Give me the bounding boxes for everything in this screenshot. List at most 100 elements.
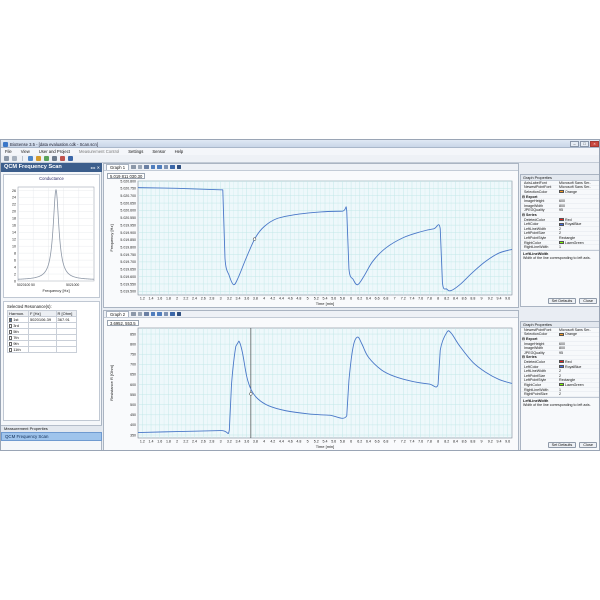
property-value[interactable]: 95	[559, 208, 599, 212]
property-value[interactable]: 2	[559, 369, 599, 373]
y-tick-label: 550	[130, 393, 136, 397]
property-value[interactable]: RoyalBlue	[559, 222, 599, 226]
property-value[interactable]: LawnGreen	[559, 383, 599, 387]
menu-settings[interactable]: Settings	[128, 149, 143, 154]
property-value[interactable]: 2	[559, 374, 599, 378]
property-value[interactable]: 800	[559, 346, 599, 350]
set-defaults-button[interactable]: Set Defaults	[547, 298, 577, 304]
property-value[interactable]: 1	[559, 388, 599, 392]
x-tick-label: 3	[220, 440, 222, 444]
property-value[interactable]: 2	[559, 231, 599, 235]
stop-icon[interactable]	[12, 156, 17, 161]
property-name: ImageWidth	[524, 346, 544, 351]
property-value[interactable]: 95	[559, 351, 599, 355]
menu-file[interactable]: File	[5, 149, 12, 154]
property-value[interactable]: LawnGreen	[559, 241, 599, 245]
property-value-text: 2	[559, 373, 561, 378]
x-tick-label: 9.2	[488, 297, 493, 301]
property-value[interactable]: 2	[559, 227, 599, 231]
table-row[interactable]: 1st 5020106.39 367.91	[7, 316, 78, 323]
property-name: DeletedColor	[524, 359, 545, 364]
menu-help[interactable]: Help	[175, 149, 184, 154]
graph-1-chart[interactable]: 1.2 1.4 1.6 1.8 2 2.2 2.4 2.6 2.8 3 3.2 3.4 3.6 3.8 4 4…	[104, 164, 520, 309]
menu-measurement-control[interactable]: Measurement Control	[79, 149, 119, 154]
property-value[interactable]: Red	[559, 360, 599, 364]
sensor-icon[interactable]	[36, 156, 41, 161]
property-value[interactable]: 2	[559, 392, 599, 396]
harmonic-cell[interactable]: 11th	[7, 346, 29, 353]
selected-resonances-box: Selected Resonance(s): Harmon. F [Hz] R …	[3, 301, 100, 421]
property-value[interactable]: Microsoft Sans Ser..	[559, 328, 599, 332]
property-value[interactable]: 800	[559, 204, 599, 208]
property-value-text: Rectangle	[559, 378, 576, 383]
property-value[interactable]: 1	[559, 245, 599, 249]
property-value[interactable]: 600	[559, 199, 599, 203]
conductance-y-tick: 22	[12, 203, 16, 207]
measurement-properties-tab[interactable]: Measurement Properties	[1, 425, 102, 432]
panel-header: QCM Frequency Scan ◂ ▸ ✕	[1, 163, 102, 172]
x-tick-label: 9.4	[496, 440, 501, 444]
property-value[interactable]: Microsoft Sans Ser..	[559, 185, 599, 189]
close-window-button[interactable]: ×	[590, 141, 599, 147]
close-button[interactable]: Close	[579, 298, 597, 304]
color-swatch	[559, 365, 564, 369]
harmonic-checkbox[interactable]	[9, 342, 13, 346]
save-icon[interactable]	[68, 156, 73, 161]
qcm-frequency-scan-tab[interactable]: QCM Frequency Scan	[1, 432, 102, 441]
user-icon[interactable]	[28, 156, 33, 161]
set-defaults-button[interactable]: Set Defaults	[547, 442, 577, 448]
property-value[interactable]: Rectangle	[559, 378, 599, 382]
property-description: LeftLineWidth Width of the line correspo…	[521, 249, 599, 261]
panel-controls[interactable]: ◂ ▸ ✕	[90, 163, 100, 172]
property-value[interactable]: RoyalBlue	[559, 365, 599, 369]
minimize-button[interactable]: –	[570, 141, 579, 147]
play-icon[interactable]	[4, 156, 9, 161]
property-value[interactable]: Microsoft Sans Ser..	[559, 181, 599, 185]
harmonic-checkbox[interactable]	[9, 324, 13, 328]
maximize-button[interactable]: □	[580, 141, 589, 147]
conductance-y-tick: 24	[12, 196, 16, 200]
window-controls: – □ ×	[570, 141, 599, 147]
graph-2-chart[interactable]: 1.2 1.4 1.6 1.8 2 2.2 2.4 2.6 2.8 3 3.2 3.4 3.6 3.8 4 4…	[104, 311, 520, 451]
harmonic-checkbox[interactable]	[9, 336, 13, 340]
selection-marker	[249, 392, 253, 396]
conductance-y-tick: 12	[12, 238, 16, 242]
property-value[interactable]: 600	[559, 342, 599, 346]
x-tick-label: 3.2	[227, 297, 232, 301]
menu-view[interactable]: View	[21, 149, 30, 154]
color-swatch	[559, 360, 564, 364]
x-tick-label: 7.4	[409, 440, 414, 444]
print-icon[interactable]	[52, 156, 57, 161]
property-name: SelectionColor	[524, 189, 548, 194]
property-name: ⊟ Series	[522, 355, 537, 360]
property-grid: NewestPointFont Microsoft Sans Ser.. Selec…	[521, 328, 599, 397]
property-value[interactable]: Orange	[559, 332, 599, 336]
menu-user-and-project[interactable]: User and Project	[39, 149, 70, 154]
x-tick-label: 1.4	[149, 297, 154, 301]
x-tick-label: 2.4	[192, 440, 197, 444]
export-icon[interactable]	[60, 156, 65, 161]
menu-sensor[interactable]: Sensor	[152, 149, 165, 154]
x-tick-label: 2	[176, 440, 178, 444]
app-icon	[3, 141, 8, 147]
property-value[interactable]: Red	[559, 218, 599, 222]
property-value-text: 1	[559, 387, 561, 392]
property-value[interactable]: Rectangle	[559, 236, 599, 240]
graph-1-readout: 5.019 811 030.30	[107, 173, 146, 179]
harmonic-checkbox[interactable]	[9, 330, 13, 334]
harmonic-checkbox[interactable]	[9, 348, 13, 352]
graph-icon[interactable]	[44, 156, 49, 161]
y-tick-label: 800	[130, 342, 136, 346]
property-name: ImageHeight	[524, 199, 545, 204]
harmonic-checkbox[interactable]	[9, 318, 13, 322]
x-tick-label: 6.4	[366, 440, 371, 444]
table-row[interactable]: 11th	[7, 346, 78, 353]
harmonic-label: 11th	[13, 347, 21, 352]
close-button[interactable]: Close	[579, 442, 597, 448]
properties-buttons: Set Defaults Close	[547, 442, 597, 448]
property-value[interactable]: Orange	[559, 190, 599, 194]
color-swatch	[559, 222, 564, 226]
y-tick-label: 5.019.500	[120, 290, 136, 294]
y-tick-label: 700	[130, 363, 136, 367]
x-tick-label: 5	[307, 440, 309, 444]
